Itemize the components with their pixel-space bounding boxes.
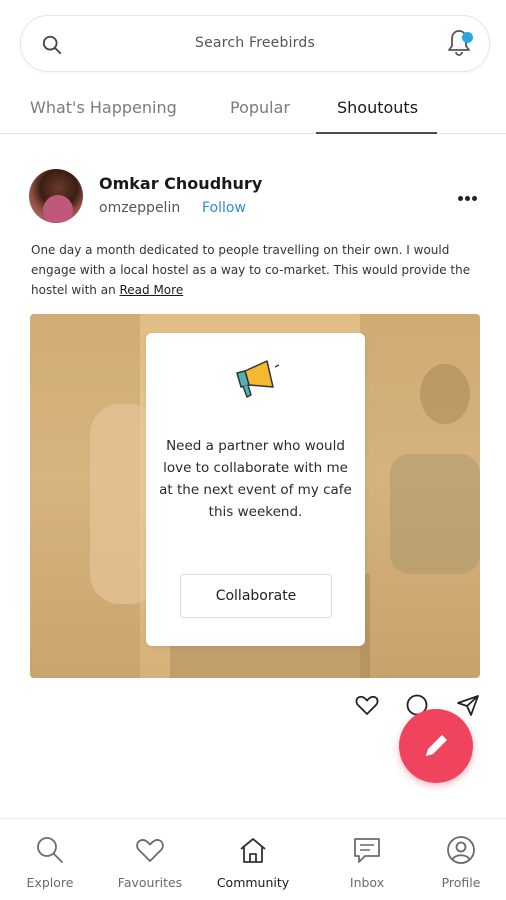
active-tab-indicator: [316, 132, 437, 134]
author-handle: omzeppelin: [99, 200, 181, 216]
tab-bar: What's Happening Popular Shoutouts: [0, 82, 506, 134]
author-name[interactable]: Omkar Choudhury: [99, 174, 262, 193]
search-input[interactable]: Search Freebirds: [81, 35, 429, 51]
shoutout-card: Need a partner who would love to collabo…: [146, 333, 365, 646]
card-message: Need a partner who would love to collabo…: [159, 438, 352, 520]
search-icon: [37, 837, 63, 863]
home-icon: [240, 838, 266, 863]
nav-community-label: Community: [216, 875, 290, 890]
post-body-text: One day a month dedicated to people trav…: [31, 243, 471, 297]
tab-whats-happening[interactable]: What's Happening: [30, 98, 177, 117]
search-icon: [42, 35, 62, 55]
nav-favourites-label: Favourites: [117, 875, 183, 890]
more-options-icon[interactable]: [458, 186, 486, 206]
nav-inbox[interactable]: Inbox: [317, 819, 417, 900]
send-icon[interactable]: [455, 692, 481, 718]
search-bar[interactable]: Search Freebirds: [20, 15, 490, 72]
megaphone-icon: [236, 360, 280, 398]
nav-inbox-label: Inbox: [349, 875, 385, 890]
nav-explore[interactable]: Explore: [0, 819, 100, 900]
heart-icon: [136, 839, 164, 862]
nav-explore-label: Explore: [26, 875, 74, 890]
nav-profile-label: Profile: [441, 875, 481, 890]
read-more-link[interactable]: Read More: [119, 283, 183, 297]
bottom-nav: Explore Favourites Community Inbox Profi…: [0, 818, 506, 900]
pencil-icon: [426, 735, 447, 756]
compose-button[interactable]: [399, 709, 473, 783]
nav-community[interactable]: Community: [203, 819, 303, 900]
avatar[interactable]: [29, 169, 83, 223]
chat-icon: [354, 838, 380, 863]
nav-favourites[interactable]: Favourites: [100, 819, 200, 900]
tab-shoutouts[interactable]: Shoutouts: [337, 98, 418, 117]
notification-dot: [462, 32, 473, 43]
notification-button[interactable]: [443, 27, 475, 59]
collaborate-button[interactable]: Collaborate: [180, 574, 332, 618]
post-body: One day a month dedicated to people trav…: [31, 240, 481, 300]
user-icon: [447, 836, 475, 864]
tab-popular[interactable]: Popular: [230, 98, 290, 117]
follow-button[interactable]: Follow: [202, 200, 246, 216]
heart-icon[interactable]: [354, 692, 380, 718]
nav-profile[interactable]: Profile: [411, 819, 506, 900]
